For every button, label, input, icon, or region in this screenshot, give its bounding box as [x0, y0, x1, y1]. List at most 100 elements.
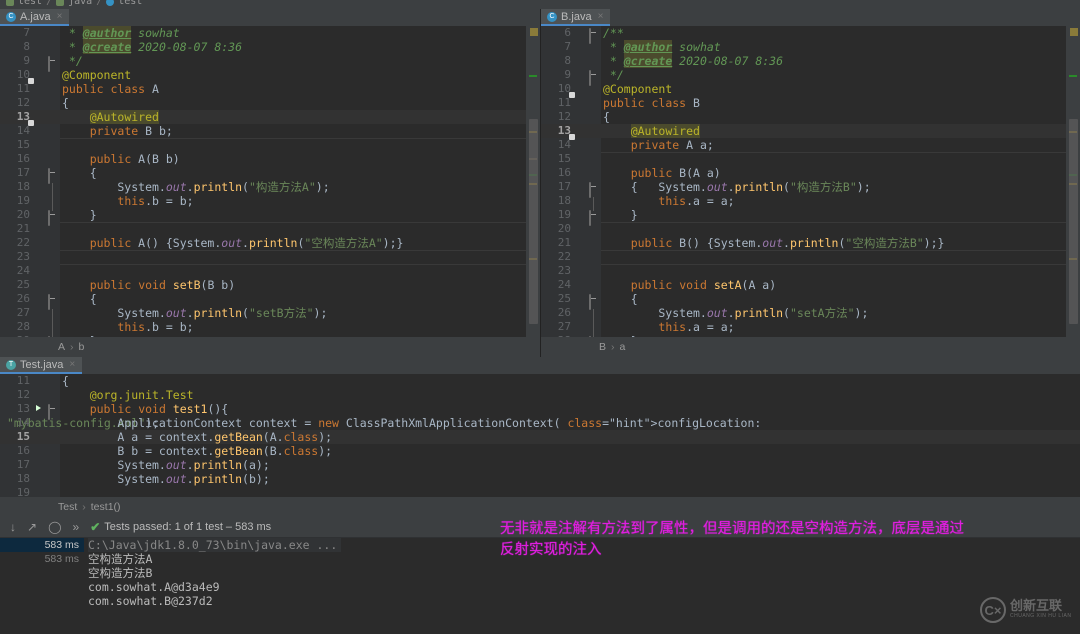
marker-rail-right[interactable]: [1066, 26, 1080, 337]
code-text: public B(A a): [630, 166, 721, 180]
code-line: 13 @Autowired: [541, 124, 1080, 138]
tab-test-java[interactable]: T Test.java ×: [0, 357, 83, 374]
code-text: this.b = b;: [117, 194, 194, 208]
fold-end-icon[interactable]: [48, 210, 57, 226]
code-editor-test[interactable]: 11{12 @org.junit.Test 13 public void test…: [0, 374, 1080, 497]
code-line: 18 System.out.println("构造方法A");: [0, 180, 540, 197]
line-number: 11: [16, 374, 30, 387]
code-line: 24: [0, 264, 540, 278]
code-line: 26 System.out.println("setA方法");: [541, 306, 1080, 323]
fold-guide: [589, 323, 598, 337]
line-number: 16: [557, 166, 571, 179]
spring-bean-icon[interactable]: [33, 83, 45, 95]
code-text: */: [603, 68, 624, 82]
tab-a-java[interactable]: C A.java ×: [0, 9, 70, 26]
tab-b-java[interactable]: C B.java ×: [541, 9, 611, 26]
line-number: 14: [16, 416, 30, 429]
inspection-badge[interactable]: [530, 28, 538, 36]
code-text: ApplicationContext context = new ClassPa…: [62, 416, 762, 430]
code-line: 25 public void setB(B b): [0, 278, 540, 292]
code-line: 10 @Component: [541, 82, 1080, 96]
code-text: @Component: [603, 82, 673, 96]
code-text: this.a = a;: [658, 320, 735, 334]
fold-end-icon[interactable]: [589, 210, 598, 226]
code-text: public A() {System.out.println("空构造方法A")…: [89, 236, 404, 250]
crumb-class[interactable]: A: [58, 341, 65, 353]
code-line: 27 this.a = a;: [541, 320, 1080, 337]
code-text: public A(B b): [89, 152, 180, 166]
line-number: 18: [16, 472, 30, 485]
line-number: 25: [16, 278, 30, 291]
marker-rail-left[interactable]: [526, 26, 540, 337]
line-number: 29: [0, 334, 30, 337]
scrollbar-thumb-left[interactable]: [529, 119, 538, 324]
history-icon[interactable]: ◯: [48, 520, 61, 534]
close-icon[interactable]: ×: [57, 11, 63, 22]
crumb-member[interactable]: test1(): [91, 501, 121, 513]
fold-end-icon[interactable]: [48, 56, 57, 72]
vcs-marker[interactable]: [529, 75, 537, 77]
line-number: 7: [23, 26, 30, 39]
close-icon[interactable]: ×: [69, 359, 75, 370]
spring-autowired-icon[interactable]: [33, 125, 45, 137]
crumb-member[interactable]: a: [620, 341, 626, 353]
code-line: 28 }: [541, 334, 1080, 337]
scroll-to-end-icon[interactable]: ↓: [10, 520, 16, 534]
fold-toggle-icon[interactable]: [589, 28, 598, 44]
fold-end-icon[interactable]: [589, 70, 598, 86]
code-text: {: [62, 96, 69, 110]
code-line: 20: [541, 222, 1080, 236]
vcs-marker[interactable]: [1069, 75, 1077, 77]
code-line: 6 /**: [541, 26, 1080, 44]
breadcrumb-item-0[interactable]: test: [18, 0, 42, 7]
editor-pane-left: C A.java × 7 * @author sowhat 8 * @create…: [0, 9, 540, 357]
more-options-icon[interactable]: »: [73, 520, 80, 534]
crumb-class[interactable]: Test: [58, 501, 77, 513]
crumb-sep: ›: [82, 501, 86, 513]
code-text: }: [62, 208, 97, 222]
tabbar-test: T Test.java ×: [0, 357, 1080, 374]
code-lines-left: 7 * @author sowhat 8 * @create 2020-08-07…: [0, 26, 540, 337]
fold-guide: [589, 309, 598, 323]
code-text: public void setB(B b): [89, 278, 236, 292]
code-text: this.b = b;: [117, 320, 194, 334]
fold-toggle-icon[interactable]: [48, 404, 57, 420]
code-text: {: [62, 374, 69, 388]
line-number: 27: [16, 306, 30, 319]
inspection-badge[interactable]: [1070, 28, 1078, 36]
test-status-label: Tests passed: 1 of 1 test – 583 ms: [104, 521, 272, 533]
close-icon[interactable]: ×: [598, 11, 604, 22]
expand-icon[interactable]: ↗: [27, 520, 37, 534]
line-number: 26: [16, 292, 30, 305]
spring-bean-icon[interactable]: [574, 97, 586, 109]
fold-toggle-icon[interactable]: [48, 294, 57, 310]
code-line: 20 }: [0, 208, 540, 226]
crumb-member[interactable]: b: [79, 341, 85, 353]
code-editor-b[interactable]: 6/** 7 * @author sowhat 8 * @create 2020-0…: [541, 26, 1080, 337]
code-line: 7 * @author sowhat: [541, 40, 1080, 54]
fold-toggle-icon[interactable]: [589, 294, 598, 310]
fold-toggle-icon[interactable]: [589, 182, 598, 198]
breadcrumb-item-2[interactable]: test: [118, 0, 142, 7]
breadcrumb-item-1[interactable]: java: [68, 0, 92, 7]
line-number: 16: [16, 152, 30, 165]
fold-guide: [48, 323, 57, 337]
fold-toggle-icon[interactable]: [48, 168, 57, 184]
editor-pane-test: T Test.java × 11{12 @org.junit.Test 13 pu…: [0, 357, 1080, 517]
spring-autowired-icon[interactable]: [574, 139, 586, 151]
code-line: 16 public A(B b): [0, 152, 540, 166]
crumb-class[interactable]: B: [599, 341, 606, 353]
code-editor-a[interactable]: 7 * @author sowhat 8 * @create 2020-08-07…: [0, 26, 540, 337]
java-class-icon: C: [547, 11, 557, 22]
code-line: 21 public B() {System.out.println("空构造方法…: [541, 236, 1080, 250]
fold-guide: [48, 309, 57, 323]
console-line: 空构造方法B: [88, 566, 153, 580]
folder-icon: [56, 0, 65, 6]
scrollbar-thumb-right[interactable]: [1069, 119, 1078, 324]
code-line: 8 * @create 2020-08-07 8:36: [0, 40, 540, 54]
tabbar-left: C A.java ×: [0, 9, 540, 26]
project-breadcrumb: test / java / test: [0, 0, 1080, 9]
run-test-icon[interactable]: [33, 403, 45, 415]
fold-guide: [48, 183, 57, 197]
line-number: 13: [557, 124, 571, 137]
